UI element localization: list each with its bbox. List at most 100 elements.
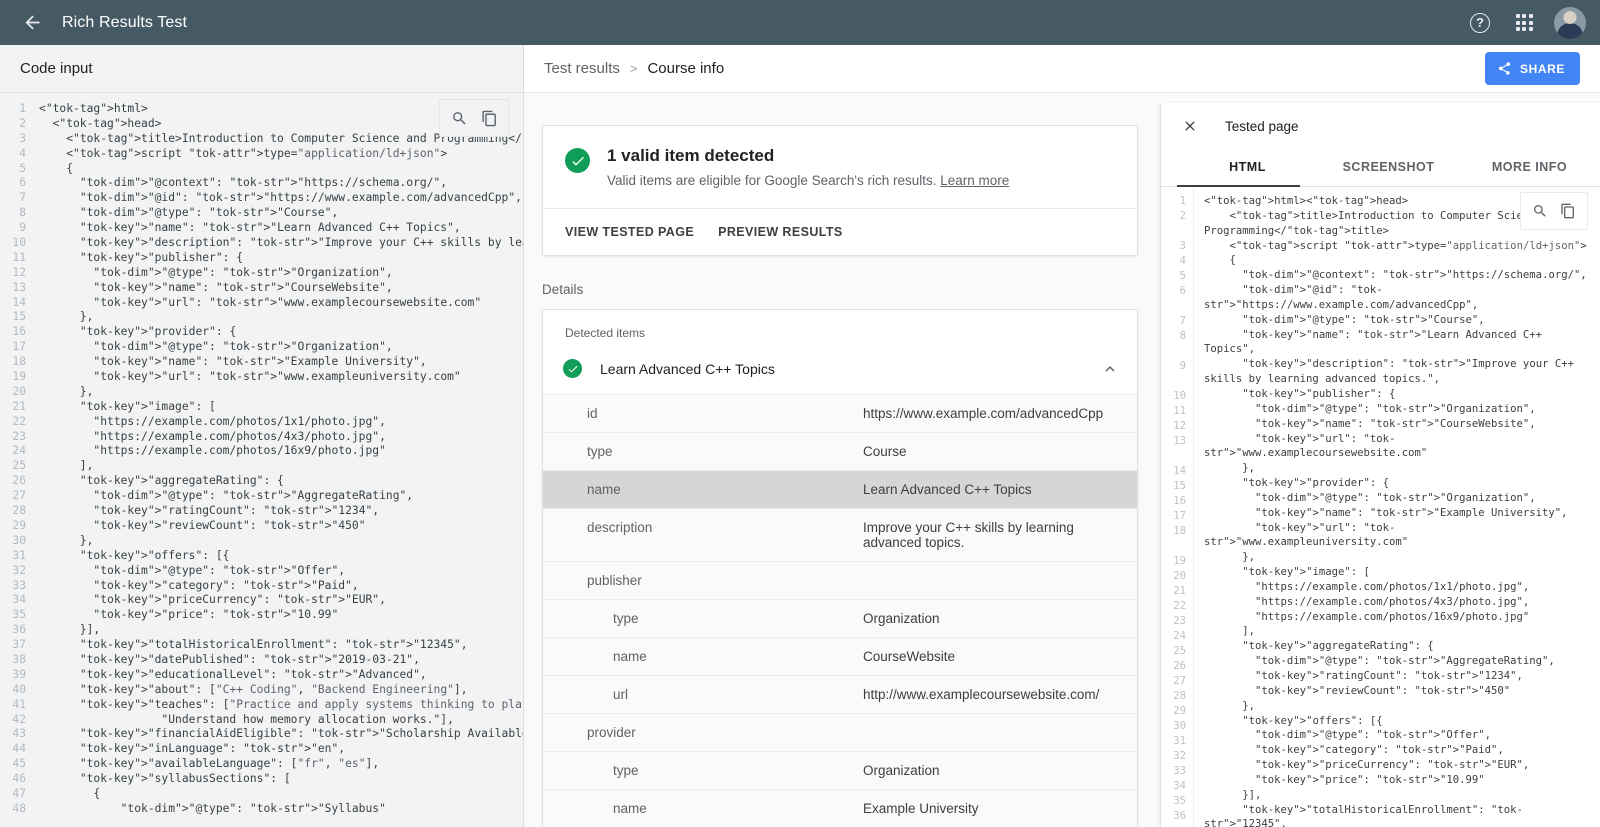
line-number: 44	[0, 742, 26, 757]
code-line: "tok-key">"publisher": {	[1204, 387, 1592, 402]
breadcrumb-root[interactable]: Test results	[544, 60, 620, 77]
tested-page-search-button[interactable]	[1527, 198, 1553, 224]
line-number: 14	[1161, 464, 1186, 479]
line-number: 29	[0, 519, 26, 534]
code-line: "tok-key">"financialAidEligible": "tok-s…	[39, 727, 523, 742]
code-content[interactable]: <"tok-tag">html> <"tok-tag">head> <"tok-…	[33, 93, 523, 827]
code-line: "tok-key">"name": "tok-str">"Learn Advan…	[1204, 328, 1592, 358]
search-icon	[451, 110, 468, 127]
avatar-body	[1557, 23, 1583, 39]
code-line: "tok-key">"price": "tok-str">"10.99"	[1204, 773, 1592, 788]
code-line: "tok-key">"image": [	[39, 400, 523, 415]
tab-screenshot[interactable]: SCREENSHOT	[1318, 149, 1459, 186]
help-icon: ?	[1470, 13, 1490, 33]
line-number: 9	[1161, 359, 1186, 389]
tested-page-copy-button[interactable]	[1555, 198, 1581, 224]
property-key: url	[543, 676, 863, 714]
property-row: provider	[543, 714, 1137, 752]
line-number: 43	[0, 727, 26, 742]
line-number: 15	[1161, 479, 1186, 494]
line-number: 46	[0, 772, 26, 787]
code-line: "tok-key">"category": "tok-str">"Paid",	[39, 579, 523, 594]
code-line: "tok-key">"provider": {	[1204, 476, 1592, 491]
line-number: 20	[1161, 569, 1186, 584]
code-input-title: Code input	[20, 60, 93, 77]
line-number: 18	[0, 355, 26, 370]
property-row: descriptionImprove your C++ skills by le…	[543, 509, 1137, 562]
line-number: 8	[0, 206, 26, 221]
code-input-header: Code input	[0, 45, 523, 93]
item-check-circle-icon	[563, 359, 582, 378]
panes-container: Code input 12345678910111213141516171819…	[0, 45, 1600, 827]
learn-more-link[interactable]: Learn more	[940, 173, 1009, 188]
tested-page-content[interactable]: <"tok-tag">html><"tok-tag">head> <"tok-t…	[1193, 187, 1600, 827]
line-number: 47	[0, 787, 26, 802]
view-tested-page-button[interactable]: VIEW TESTED PAGE	[565, 225, 694, 239]
tab-more-info[interactable]: MORE INFO	[1459, 149, 1600, 186]
code-line: },	[1204, 461, 1592, 476]
results-body: 1 valid item detected Valid items are el…	[524, 93, 1600, 827]
line-number: 12	[1161, 419, 1186, 434]
line-number: 16	[1161, 494, 1186, 509]
status-card: 1 valid item detected Valid items are el…	[542, 125, 1138, 256]
rich-results-test-app: Rich Results Test ? Code input	[0, 0, 1600, 827]
property-value	[863, 714, 1137, 752]
property-key: provider	[543, 714, 863, 752]
property-value: Example University	[863, 790, 1137, 827]
back-button[interactable]	[14, 5, 50, 41]
code-line: <"tok-tag">script "tok-attr">type="appli…	[1204, 239, 1592, 254]
line-number: 35	[0, 608, 26, 623]
collapse-toggle[interactable]	[1101, 360, 1119, 378]
help-button[interactable]: ?	[1460, 3, 1500, 43]
code-editor[interactable]: 1234567891011121314151617181920212223242…	[0, 93, 523, 827]
line-number: 36	[0, 623, 26, 638]
code-line: "tok-dim">"@type": "tok-str">"Offer",	[1204, 728, 1592, 743]
line-number: 11	[1161, 404, 1186, 419]
share-button[interactable]: SHARE	[1485, 52, 1580, 85]
close-button[interactable]	[1177, 113, 1203, 139]
tested-page-code[interactable]: 1234567891011121314151617181920212223242…	[1161, 187, 1600, 827]
code-line: "tok-key">"reviewCount": "tok-str">"450"	[39, 519, 523, 534]
check-circle-icon	[565, 148, 590, 173]
detected-item-header[interactable]: Learn Advanced C++ Topics	[543, 350, 1137, 395]
code-line: "tok-key">"name": "tok-str">"CourseWebsi…	[39, 281, 523, 296]
line-number: 17	[0, 340, 26, 355]
code-line: "tok-key">"syllabusSections": [	[39, 772, 523, 787]
results-scroll[interactable]: 1 valid item detected Valid items are el…	[524, 93, 1160, 827]
apps-button[interactable]	[1504, 3, 1544, 43]
tab-html[interactable]: HTML	[1177, 149, 1318, 186]
code-line: "tok-dim">"@id": "tok-str">"https://www.…	[39, 191, 523, 206]
code-line: "tok-key">"ratingCount": "tok-str">"1234…	[1204, 669, 1592, 684]
search-button[interactable]	[446, 105, 472, 131]
line-number: 28	[1161, 689, 1186, 704]
code-line: <"tok-tag">script "tok-attr">type="appli…	[39, 147, 523, 162]
code-line: "tok-key">"category": "tok-str">"Paid",	[1204, 743, 1592, 758]
line-number: 40	[0, 683, 26, 698]
line-number: 41	[0, 698, 26, 713]
property-key: name	[543, 638, 863, 676]
avatar[interactable]	[1554, 7, 1586, 39]
line-number: 26	[0, 474, 26, 489]
search-icon	[1532, 203, 1548, 219]
line-number: 22	[1161, 599, 1186, 614]
code-line: "tok-dim">"@type": "tok-str">"Organizati…	[39, 266, 523, 281]
apps-grid-icon	[1516, 14, 1533, 31]
line-number: 11	[0, 251, 26, 266]
line-number: 2	[1161, 209, 1186, 239]
code-line: "tok-dim">"@type": "tok-str">"AggregateR…	[39, 489, 523, 504]
code-line: "tok-key">"url": "tok-str">"www.examplec…	[39, 296, 523, 311]
properties-table: idhttps://www.example.com/advancedCpptyp…	[543, 395, 1137, 827]
code-line: "tok-key">"url": "tok-str">"www.exampleu…	[1204, 521, 1592, 551]
share-icon	[1497, 61, 1512, 76]
property-key: name	[543, 471, 863, 509]
property-row: idhttps://www.example.com/advancedCpp	[543, 395, 1137, 433]
copy-button[interactable]	[476, 105, 502, 131]
property-row: nameExample University	[543, 790, 1137, 827]
preview-results-button[interactable]: PREVIEW RESULTS	[718, 225, 843, 239]
line-number: 7	[0, 191, 26, 206]
line-number: 22	[0, 415, 26, 430]
line-number: 14	[0, 296, 26, 311]
code-line: "tok-dim">"@type": "tok-str">"Organizati…	[1204, 402, 1592, 417]
property-row: typeOrganization	[543, 752, 1137, 790]
property-key: type	[543, 433, 863, 471]
